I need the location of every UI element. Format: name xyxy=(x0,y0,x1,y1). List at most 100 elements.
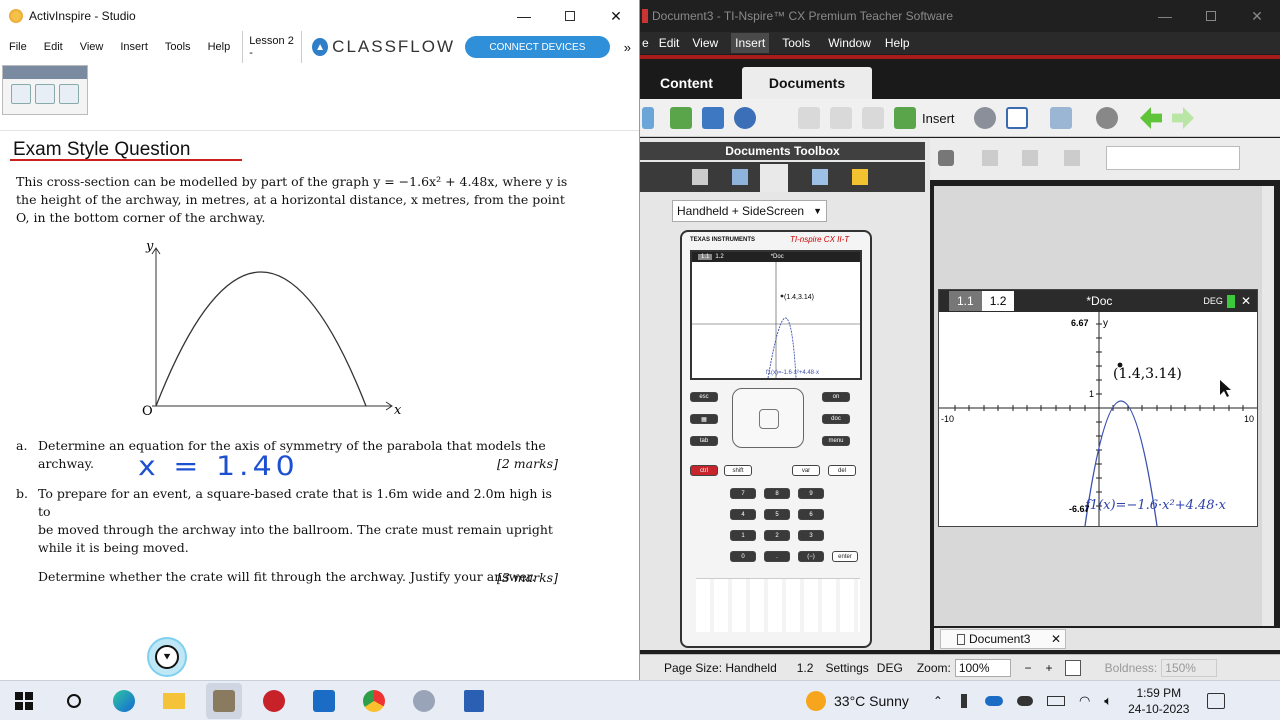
chrome-icon[interactable] xyxy=(356,683,392,719)
key-shift[interactable]: shift xyxy=(724,465,752,476)
key-del[interactable]: del xyxy=(828,465,856,476)
key-8[interactable]: 8 xyxy=(764,488,790,499)
fill-color-icon[interactable] xyxy=(982,150,998,166)
outlook-icon[interactable] xyxy=(306,683,342,719)
menu-help[interactable]: Help xyxy=(208,41,231,53)
page-browser-icon[interactable] xyxy=(11,84,31,104)
menu-expand-button[interactable]: ⯆ xyxy=(147,637,187,677)
wrench-icon[interactable] xyxy=(938,150,954,166)
handheld-icon[interactable] xyxy=(760,164,788,192)
key-var[interactable]: var xyxy=(792,465,820,476)
graph-tab-1[interactable]: 1.1 xyxy=(949,291,982,311)
key-esc[interactable]: esc xyxy=(690,392,718,402)
menu-view[interactable]: View xyxy=(80,41,104,53)
wifi-icon[interactable]: ◠ xyxy=(1079,693,1090,709)
search-icon[interactable] xyxy=(56,683,92,719)
cloud-icon[interactable] xyxy=(1016,695,1033,706)
show-hidden-icon[interactable]: ⌃ xyxy=(933,694,943,708)
nspire-menu-view[interactable]: View xyxy=(692,36,718,50)
menu-edit[interactable]: Edit xyxy=(44,41,63,53)
key-tab[interactable]: tab xyxy=(690,436,718,446)
close-button[interactable]: ✕ xyxy=(593,0,639,32)
key-6[interactable]: 6 xyxy=(798,509,824,520)
key-ctrl[interactable]: ctrl xyxy=(690,465,718,476)
zoom-out-button[interactable]: − xyxy=(1025,661,1032,675)
battery-tray-icon[interactable] xyxy=(1046,695,1065,706)
settings-status[interactable]: Settings xyxy=(825,661,868,675)
nspire-maximize-button[interactable] xyxy=(1188,0,1234,32)
view-select[interactable]: Handheld + SideScreen ▼ xyxy=(672,200,827,222)
edge-icon[interactable] xyxy=(106,683,142,719)
variables-icon[interactable] xyxy=(974,107,996,129)
fit-to-window-icon[interactable] xyxy=(1064,659,1081,676)
nspire-close-button[interactable]: ✕ xyxy=(1234,0,1280,32)
key-negative[interactable]: (−) xyxy=(798,551,824,562)
next-page-icon[interactable] xyxy=(59,84,79,104)
notifications-icon[interactable] xyxy=(1207,692,1226,709)
clock-time[interactable]: 1:59 PM xyxy=(1128,685,1189,701)
menu-tools[interactable]: Tools xyxy=(165,41,191,53)
menu-insert[interactable]: Insert xyxy=(120,41,148,53)
nspire-menu-edit[interactable]: Edit xyxy=(659,36,680,50)
graph-tab-2[interactable]: 1.2 xyxy=(981,291,1015,311)
insert-menu-button[interactable]: Insert xyxy=(922,111,955,126)
weather-icon[interactable] xyxy=(806,690,826,711)
undo-icon[interactable] xyxy=(734,107,756,129)
handheld-touchpad[interactable] xyxy=(732,388,804,448)
zoom-in-button[interactable]: + xyxy=(1046,661,1053,675)
handheld-tab-1[interactable]: 1.1 xyxy=(698,254,713,260)
key-0[interactable]: 0 xyxy=(730,551,756,562)
forward-arrow-icon[interactable] xyxy=(1172,107,1194,129)
page-sorter-icon[interactable] xyxy=(732,169,748,185)
handheld-tab-2[interactable]: 1.2 xyxy=(712,254,726,260)
save-icon[interactable] xyxy=(702,107,724,129)
onedrive-icon[interactable] xyxy=(984,695,1003,706)
tools-icon[interactable] xyxy=(692,169,708,185)
key-4[interactable]: 4 xyxy=(730,509,756,520)
copy-icon[interactable] xyxy=(830,107,852,129)
line-color-icon[interactable] xyxy=(1022,150,1038,166)
paste-icon[interactable] xyxy=(862,107,884,129)
documents-tab[interactable]: Documents xyxy=(742,67,872,99)
pen-icon[interactable] xyxy=(960,693,967,708)
open-folder-icon[interactable] xyxy=(670,107,692,129)
key-5[interactable]: 5 xyxy=(764,509,790,520)
key-3[interactable]: 3 xyxy=(798,530,824,541)
graph-close-icon[interactable]: ✕ xyxy=(1241,294,1251,308)
clock-date[interactable]: 24-10-2023 xyxy=(1128,701,1189,717)
maximize-button[interactable] xyxy=(547,0,593,32)
insert-icon[interactable] xyxy=(894,107,916,129)
file-explorer-icon[interactable] xyxy=(156,683,192,719)
toolbox-handle[interactable] xyxy=(3,66,87,79)
utilities-icon[interactable] xyxy=(812,169,828,185)
boldness-select[interactable]: 150% xyxy=(1161,658,1217,677)
nspire-menu-tools[interactable]: Tools xyxy=(782,36,810,50)
key-enter[interactable]: enter xyxy=(832,551,858,562)
content-tab[interactable]: Content xyxy=(660,75,713,91)
settings-icon[interactable] xyxy=(1096,107,1118,129)
key-on[interactable]: on xyxy=(822,392,850,402)
back-arrow-icon[interactable] xyxy=(1140,107,1162,129)
screenshot-icon[interactable] xyxy=(1050,107,1072,129)
toolbox-panel[interactable] xyxy=(2,65,88,115)
nspire-taskbar-icon[interactable] xyxy=(406,683,442,719)
line-style-icon[interactable] xyxy=(1064,150,1080,166)
weather-text[interactable]: 33°C Sunny xyxy=(834,693,909,709)
nspire-minimize-button[interactable]: — xyxy=(1142,0,1188,32)
zoom-select[interactable]: 100% xyxy=(954,658,1011,677)
font-select[interactable] xyxy=(1106,146,1240,170)
key-menu[interactable]: menu xyxy=(822,436,850,446)
menu-file[interactable]: File xyxy=(9,41,27,53)
content-explorer-icon[interactable] xyxy=(852,169,868,185)
minimize-button[interactable]: — xyxy=(501,0,547,32)
sidescreen-scrollbar[interactable] xyxy=(1262,186,1274,626)
cut-icon[interactable] xyxy=(798,107,820,129)
more-menu-button[interactable]: » xyxy=(624,40,631,55)
activinspire-taskbar-icon[interactable] xyxy=(206,682,242,719)
lesson-tab[interactable]: Lesson 2 - xyxy=(242,31,303,63)
volume-icon[interactable]: 🔈︎ xyxy=(1104,693,1112,709)
previous-page-icon[interactable] xyxy=(35,84,55,104)
key-7[interactable]: 7 xyxy=(730,488,756,499)
nspire-menu-file[interactable]: e xyxy=(642,36,649,50)
word-icon[interactable] xyxy=(456,683,492,719)
